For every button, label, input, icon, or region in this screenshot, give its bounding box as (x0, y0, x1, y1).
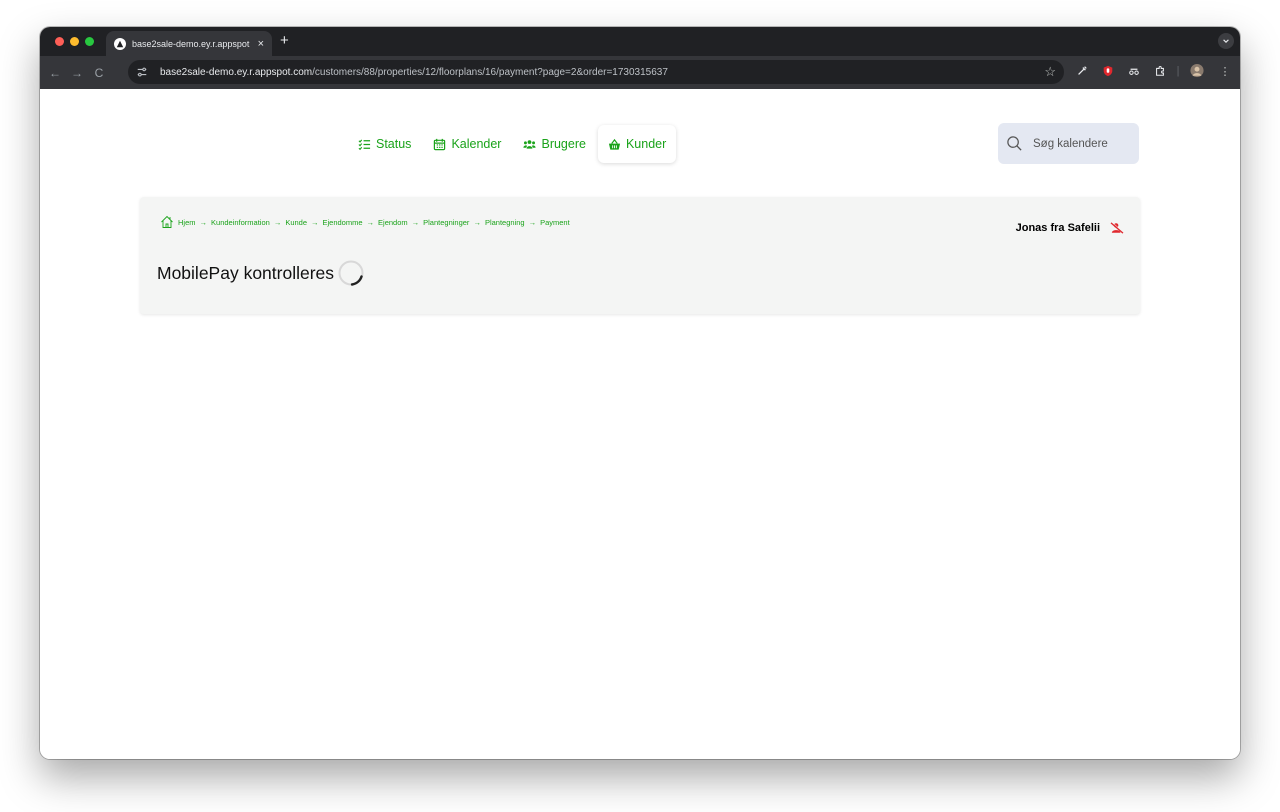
breadcrumb-separator: → (273, 217, 282, 227)
browser-menu-button[interactable]: ⋮ (1218, 64, 1232, 78)
nav-item-label: Kalender (451, 137, 502, 151)
puzzle-extensions-icon[interactable] (1153, 64, 1167, 78)
url-path: /customers/88/properties/12/floorplans/1… (312, 66, 668, 78)
search-icon (1007, 136, 1022, 151)
calendar-search[interactable] (998, 123, 1139, 164)
page-content: Status Kalender Brugere Kunder Hjem (40, 89, 1240, 759)
breadcrumb-item-payment[interactable]: Payment (540, 218, 570, 227)
new-tab-button[interactable]: + (280, 32, 289, 50)
search-input[interactable] (1033, 137, 1123, 150)
tab-close-icon[interactable]: × (258, 38, 264, 50)
browser-tab[interactable]: base2sale-demo.ey.r.appspot × (106, 31, 272, 56)
users-icon (523, 139, 537, 149)
nav-item-kalender[interactable]: Kalender (423, 125, 511, 163)
browser-toolbar: ← → C base2sale-demo.ey.r.appspot.com/cu… (40, 56, 1240, 89)
tab-search-button[interactable] (1218, 33, 1234, 49)
breadcrumb-separator: → (411, 217, 420, 227)
nav-item-label: Kunder (625, 137, 667, 151)
main-navigation: Status Kalender Brugere Kunder (348, 125, 677, 163)
breadcrumb-separator: → (366, 217, 375, 227)
payment-status-text: MobilePay kontrolleres (157, 262, 335, 283)
nav-item-label: Brugere (541, 137, 586, 151)
payment-status: MobilePay kontrolleres (157, 259, 365, 287)
breadcrumb-item-plantegning[interactable]: Plantegning (485, 218, 525, 227)
adblock-extension-icon[interactable] (1101, 64, 1115, 78)
favicon-icon (114, 37, 126, 50)
tab-strip: base2sale-demo.ey.r.appspot × + (40, 27, 1240, 56)
breadcrumb-item-plantegninger[interactable]: Plantegninger (423, 218, 469, 227)
calendar-icon (434, 138, 446, 150)
breadcrumb-separator: → (473, 217, 481, 227)
minimize-window-button[interactable] (70, 37, 79, 46)
breadcrumb-separator: → (528, 217, 537, 227)
breadcrumb: Hjem → Kundeinformation → Kunde → Ejendo… (160, 215, 570, 229)
browser-window: base2sale-demo.ey.r.appspot × + ← → C ba… (40, 27, 1240, 759)
nav-item-label: Status (376, 137, 412, 151)
forward-button[interactable]: → (66, 66, 88, 80)
nav-item-status[interactable]: Status (348, 125, 421, 163)
breadcrumb-separator: → (311, 217, 319, 227)
payment-card: Hjem → Kundeinformation → Kunde → Ejendo… (140, 197, 1140, 314)
current-user: Jonas fra Safelii (1016, 222, 1124, 234)
basket-icon (608, 138, 621, 150)
loading-spinner-icon (338, 260, 364, 286)
breadcrumb-item-kundeinformation[interactable]: Kundeinformation (211, 218, 270, 227)
site-settings-icon[interactable] (136, 65, 150, 79)
maximize-window-button[interactable] (85, 37, 94, 46)
back-button[interactable]: ← (44, 66, 66, 80)
breadcrumb-item-hjem[interactable]: Hjem (178, 218, 196, 227)
toolbar-divider: | (1176, 65, 1180, 77)
url-host: base2sale-demo.ey.r.appspot.com (160, 66, 313, 78)
nav-item-brugere[interactable]: Brugere (513, 125, 595, 163)
user-name: Jonas fra Safelii (1015, 222, 1100, 234)
user-slash-icon[interactable] (1110, 222, 1124, 234)
nav-item-kunder[interactable]: Kunder (597, 125, 677, 163)
breadcrumb-item-ejendom[interactable]: Ejendom (378, 218, 408, 227)
reload-button[interactable]: C (88, 66, 110, 80)
home-icon[interactable] (160, 215, 174, 229)
breadcrumb-item-kunde[interactable]: Kunde (285, 218, 307, 227)
list-check-icon (358, 139, 371, 150)
breadcrumb-separator: → (199, 217, 208, 227)
url-text[interactable]: base2sale-demo.ey.r.appspot.com/customer… (160, 67, 668, 78)
tab-title: base2sale-demo.ey.r.appspot (132, 38, 250, 49)
eyedropper-extension-icon[interactable] (1075, 64, 1089, 78)
chevron-down-icon (1223, 39, 1229, 43)
address-bar[interactable]: base2sale-demo.ey.r.appspot.com/customer… (128, 60, 1064, 84)
bookmark-star-icon[interactable]: ☆ (1044, 65, 1056, 79)
incognito-extension-icon[interactable] (1127, 64, 1141, 78)
breadcrumb-item-ejendomme[interactable]: Ejendomme (323, 218, 363, 227)
profile-avatar[interactable] (1190, 63, 1204, 77)
close-window-button[interactable] (55, 37, 64, 46)
